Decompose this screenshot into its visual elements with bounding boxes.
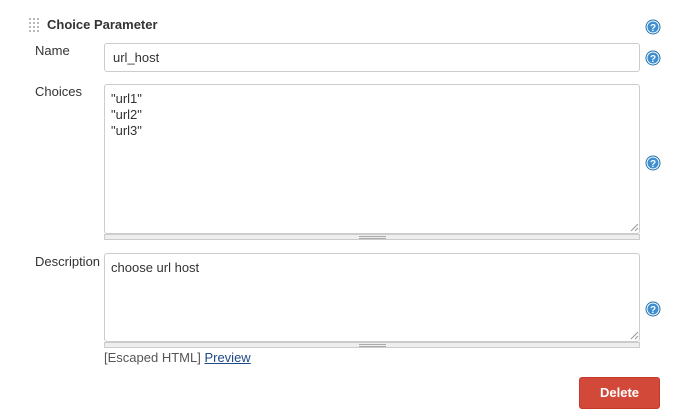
choice-parameter-form: Choice Parameter ? Name ? Choices "url1"… bbox=[0, 0, 674, 419]
choices-label: Choices bbox=[35, 84, 82, 99]
svg-text:?: ? bbox=[650, 23, 656, 34]
delete-button[interactable]: Delete bbox=[579, 377, 660, 409]
section-help-icon[interactable]: ? bbox=[645, 19, 661, 35]
description-textarea[interactable]: choose url host bbox=[104, 253, 640, 342]
resize-lines-icon bbox=[359, 236, 386, 239]
escaped-html-note: [Escaped HTML] bbox=[104, 350, 201, 365]
svg-text:?: ? bbox=[650, 159, 656, 170]
drag-handle-icon[interactable] bbox=[29, 18, 39, 34]
description-help-icon[interactable]: ? bbox=[645, 301, 661, 317]
svg-text:?: ? bbox=[650, 305, 656, 316]
choices-resize-grip-icon[interactable] bbox=[629, 222, 639, 232]
description-format-note: [Escaped HTML] Preview bbox=[104, 350, 251, 366]
name-input[interactable] bbox=[104, 43, 640, 72]
preview-link[interactable]: Preview bbox=[204, 350, 250, 365]
svg-text:?: ? bbox=[650, 54, 656, 65]
name-label: Name bbox=[35, 43, 70, 58]
choices-resize-handle[interactable] bbox=[104, 234, 640, 240]
choices-textarea[interactable]: "url1" "url2" "url3" bbox=[104, 84, 640, 234]
section-title: Choice Parameter bbox=[47, 17, 158, 32]
name-help-icon[interactable]: ? bbox=[645, 50, 661, 66]
choices-help-icon[interactable]: ? bbox=[645, 155, 661, 171]
resize-lines-icon bbox=[359, 344, 386, 347]
description-label: Description bbox=[35, 254, 101, 269]
description-resize-grip-icon[interactable] bbox=[629, 330, 639, 340]
description-resize-handle[interactable] bbox=[104, 342, 640, 348]
